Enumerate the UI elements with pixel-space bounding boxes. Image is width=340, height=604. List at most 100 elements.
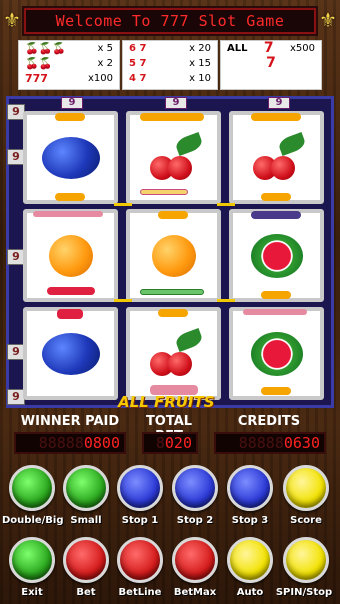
paytable-mult: x 5 (97, 43, 113, 54)
stop-2-button[interactable] (172, 465, 218, 511)
paytable-row: 4 7 x 10 (123, 71, 217, 86)
paytable-mult: x 20 (189, 43, 211, 54)
small-label: Small (70, 515, 102, 526)
winner-paid-label: WINNER PAID (20, 414, 120, 429)
credits-value: 0630 (283, 434, 320, 452)
total-bet-display: 8020 (142, 432, 198, 454)
total-bet-value: 020 (164, 434, 192, 452)
credits-dim-digits: 88888 (238, 434, 284, 452)
paytable-symbols: 5 7 (129, 58, 147, 69)
partial-symbol (55, 193, 85, 201)
paytable-symbols: ALL (227, 43, 248, 54)
watermelon-icon (250, 331, 303, 376)
partial-symbol (33, 211, 103, 217)
plum-icon (41, 332, 100, 375)
paytable-row: 777 x100 (19, 71, 119, 86)
spin-stop-label: SPIN/Stop (275, 587, 333, 598)
all-fruits-logo: ALL FRUITS (118, 393, 215, 411)
partial-symbol (140, 113, 204, 121)
partial-symbol (261, 291, 291, 299)
paytable-symbols: 6 7 (129, 43, 147, 54)
paytable-mult: x 2 (97, 58, 113, 69)
winner-paid-display: 888880800 (14, 432, 126, 454)
partial-symbol (251, 211, 301, 219)
reel-cell (126, 111, 221, 204)
game-title: Welcome To 777 Slot Game (24, 8, 316, 34)
paytable-col-3: ALL 7 x500 7 (220, 40, 322, 90)
partial-symbol (261, 193, 291, 201)
small-button[interactable] (63, 465, 109, 511)
score-label: Score (290, 515, 322, 526)
betmax-button[interactable] (172, 537, 218, 583)
cherries-icon (249, 131, 307, 180)
paytable: 🍒🍒🍒 x 5 🍒🍒 x 2 777 x100 6 7 x 20 5 7 x 1… (18, 40, 322, 90)
paytable-row: 6 7 x 20 (123, 41, 217, 56)
payline-badge: 9 (61, 97, 83, 109)
seven-icon: 7 (263, 40, 274, 56)
payline-badge: 9 (165, 97, 187, 109)
spin-stop-button[interactable] (283, 537, 329, 583)
reel-cell (126, 209, 221, 302)
paytable-row: ALL 7 x500 (221, 41, 321, 56)
partial-symbol (158, 211, 188, 219)
reel-cell (23, 209, 118, 302)
exit-button[interactable] (9, 537, 55, 583)
paytable-symbols: 4 7 (129, 73, 147, 84)
reel-cell (23, 111, 118, 204)
betline-button[interactable] (117, 537, 163, 583)
payline (114, 203, 132, 206)
bet-button[interactable] (63, 537, 109, 583)
paytable-col-2: 6 7 x 20 5 7 x 15 4 7 x 10 (122, 40, 218, 90)
partial-symbol (140, 289, 204, 295)
reel-cell (229, 307, 324, 400)
double-big-button[interactable] (9, 465, 55, 511)
auto-label: Auto (236, 587, 264, 598)
betmax-label: BetMax (173, 587, 217, 598)
payline (217, 203, 235, 206)
paytable-row: 7 (221, 56, 321, 71)
paytable-symbols: 🍒🍒🍒 (25, 42, 67, 55)
stop-3-label: Stop 3 (231, 515, 269, 526)
winner-paid-dim-digits: 88888 (38, 434, 84, 452)
fleur-left-icon: ⚜ (3, 8, 21, 32)
partial-symbol (140, 189, 188, 195)
credits-display: 888880630 (214, 432, 326, 454)
reel-area: 9 9 9 9 9 9 9 9 (6, 96, 334, 408)
paytable-row: 🍒🍒 x 2 (19, 56, 119, 71)
payline (217, 299, 235, 302)
paytable-mult: x500 (289, 43, 315, 54)
orange-icon (151, 234, 196, 277)
partial-symbol (47, 287, 95, 295)
paytable-mult: x 15 (189, 58, 211, 69)
paytable-mult: x100 (87, 73, 113, 84)
paytable-mult: x 10 (189, 73, 211, 84)
score-button[interactable] (283, 465, 329, 511)
paytable-row: 🍒🍒🍒 x 5 (19, 41, 119, 56)
partial-symbol (57, 309, 83, 319)
payline-badge: 9 (268, 97, 290, 109)
total-bet-dim-digits: 8 (155, 434, 165, 452)
double-big-label: Double/Big (2, 515, 64, 526)
partial-symbol (55, 113, 85, 121)
reel-cell (23, 307, 118, 400)
reel-cell (229, 209, 324, 302)
credits-label: CREDITS (237, 414, 301, 429)
stop-1-button[interactable] (117, 465, 163, 511)
winner-paid-value: 0800 (83, 434, 120, 452)
stop-3-button[interactable] (227, 465, 273, 511)
exit-label: Exit (21, 587, 43, 598)
reel-cell (126, 307, 221, 400)
betline-label: BetLine (118, 587, 162, 598)
plum-icon (41, 136, 100, 179)
orange-icon (48, 234, 93, 277)
partial-symbol (261, 387, 291, 395)
paytable-symbols: 777 (25, 72, 48, 85)
bet-label: Bet (76, 587, 96, 598)
partial-symbol (158, 309, 188, 317)
auto-button[interactable] (227, 537, 273, 583)
payline (114, 299, 132, 302)
paytable-row: 5 7 x 15 (123, 56, 217, 71)
partial-symbol (243, 309, 307, 315)
stop-1-label: Stop 1 (121, 515, 159, 526)
seven-icon: 7 (266, 55, 276, 71)
